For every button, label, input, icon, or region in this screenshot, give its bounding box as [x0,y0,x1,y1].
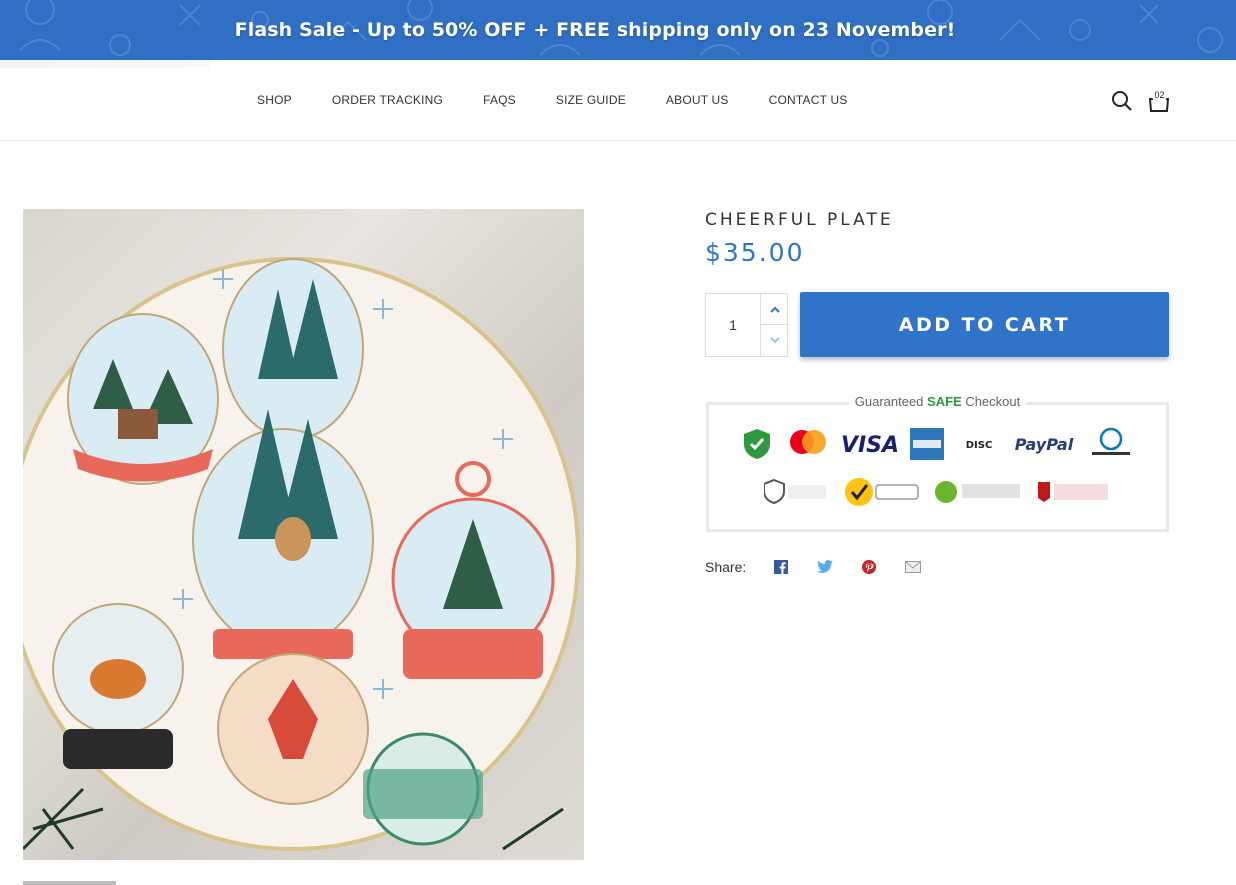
stripe-icon [763,477,830,507]
paypal-icon: PayPal [1014,432,1074,456]
thumbnail-strip[interactable] [23,881,116,885]
flash-sale-banner: Flash Sale - Up to 50% OFF + FREE shippi… [0,0,1236,60]
svg-text:VISA: VISA [842,433,898,456]
pinterest-icon[interactable] [860,558,878,576]
trust-badge: Guaranteed SAFE Checkout VISA DISC PayPa… [706,394,1169,532]
nav-item-contact-us[interactable]: CONTACT US [769,93,848,107]
cart-count-badge: 02 [1152,88,1167,103]
chevron-up-icon [769,306,780,313]
trust-badge-title: Guaranteed SAFE Checkout [709,393,1166,411]
nav-item-about-us[interactable]: ABOUT US [666,93,729,107]
share-label: Share: [705,559,747,575]
product-image[interactable] [23,209,584,860]
truste-icon [934,478,1024,506]
security-badges [709,475,1166,509]
logo[interactable] [0,60,210,68]
chevron-down-icon [769,337,780,344]
quantity-stepper [705,293,788,357]
svg-text:DISC: DISC [965,440,992,451]
twitter-icon[interactable] [816,558,834,576]
product-price: $35.00 [705,238,805,267]
visa-icon: VISA [842,432,898,456]
norton-icon [842,475,922,509]
aes-shield-icon [740,427,774,461]
email-icon[interactable] [904,558,922,576]
search-icon[interactable] [1111,90,1133,112]
mastercard-icon [786,427,830,461]
share-bar: Share: [705,558,948,576]
nav-item-order-tracking[interactable]: ORDER TRACKING [332,93,443,107]
site-header: SHOP ORDER TRACKING FAQS SIZE GUIDE ABOU… [0,60,1236,141]
nav-item-shop[interactable]: SHOP [257,93,292,107]
nav-item-size-guide[interactable]: SIZE GUIDE [556,93,626,107]
quantity-increase-button[interactable] [761,294,788,325]
plate-illustration [23,257,580,851]
banner-text: Flash Sale - Up to 50% OFF + FREE shippi… [234,19,956,41]
main-nav: SHOP ORDER TRACKING FAQS SIZE GUIDE ABOU… [257,93,888,107]
amex-icon [909,428,944,460]
discover-icon: DISC [956,434,1002,454]
svg-text:PayPal: PayPal [1014,435,1073,454]
quantity-input[interactable] [706,294,761,356]
nav-item-faqs[interactable]: FAQS [483,93,516,107]
quantity-decrease-button[interactable] [761,325,788,356]
product-title: CHEERFUL PLATE [705,210,894,230]
facebook-icon[interactable] [772,558,790,576]
add-to-cart-button[interactable]: ADD TO CART [800,292,1169,357]
payment-badges: VISA DISC PayPal [709,427,1166,461]
diners-club-icon [1086,427,1136,461]
mcafee-icon [1036,478,1112,506]
